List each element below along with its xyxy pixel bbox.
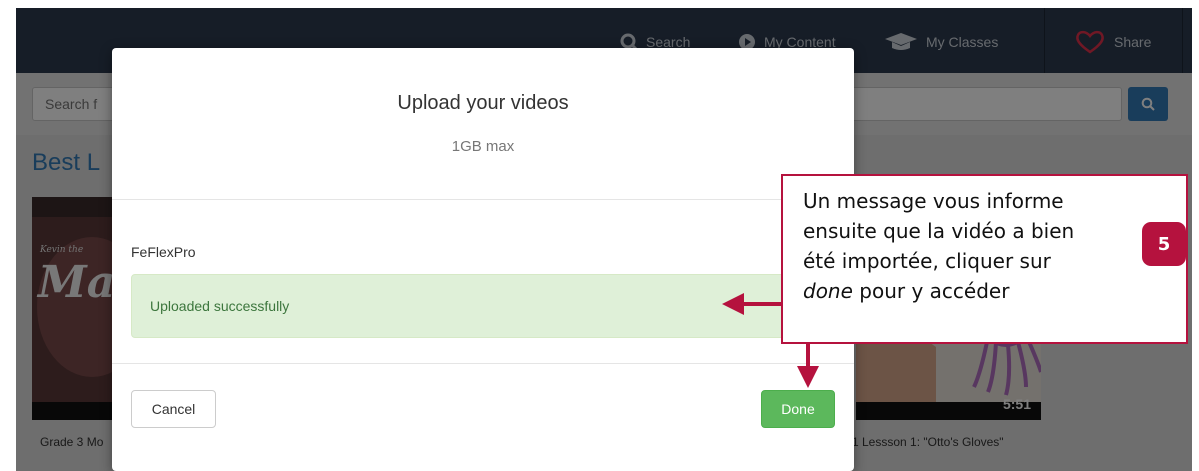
upload-modal: Upload your videos 1GB max FeFlexPro Upl… [112, 48, 854, 471]
annotation-tail: pour y accéder [852, 279, 1010, 303]
modal-title: Upload your videos [397, 92, 569, 114]
annotation-callout: Un message vous informe ensuite que la v… [781, 174, 1188, 344]
annotation-line: ensuite que la vidéo a bien [803, 219, 1075, 243]
uploaded-file-name: FeFlexPro [131, 244, 196, 260]
upload-success-alert: Uploaded successfully [131, 274, 835, 338]
modal-subtitle: 1GB max [451, 138, 515, 155]
done-button[interactable]: Done [761, 390, 835, 428]
step-number-badge: 5 [1142, 222, 1186, 266]
modal-footer-divider [112, 363, 854, 364]
modal-divider [112, 199, 854, 200]
cancel-button[interactable]: Cancel [131, 390, 216, 428]
upload-success-text: Uploaded successfully [150, 298, 290, 314]
annotation-line-last: done pour y accéder [803, 276, 1186, 306]
annotation-line: Un message vous informe [803, 189, 1064, 213]
annotation-emphasis: done [803, 279, 853, 303]
annotation-line: été importée, cliquer sur [803, 249, 1051, 273]
